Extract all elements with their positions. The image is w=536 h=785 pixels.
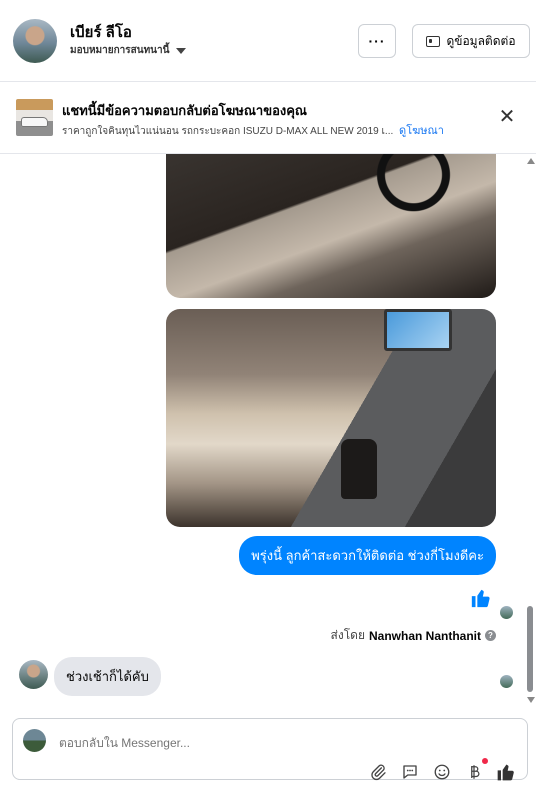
- ad-banner-title: แชทนี้มีข้อความตอบกลับต่อโฆษณาของคุณ: [62, 103, 307, 118]
- ad-banner-subtitle: ราคาถูกใจคินทุนไวแน่นอน รถกระบะคอก ISUZU…: [62, 121, 444, 139]
- seen-avatar: [500, 606, 513, 619]
- outgoing-message[interactable]: พรุ่งนี้ ลูกค้าสะดวกให้ติดต่อ ช่วงกี่โมง…: [239, 536, 496, 575]
- seen-avatar: [500, 675, 513, 688]
- scrollbar-thumb[interactable]: [527, 606, 533, 692]
- sent-by-line: ส่งโดย Nanwhan Nanthanit ?: [331, 626, 496, 645]
- smiley-icon[interactable]: [431, 762, 453, 782]
- ad-thumbnail[interactable]: [16, 99, 53, 136]
- info-icon[interactable]: ?: [485, 630, 496, 641]
- message-thread: พรุ่งนี้ ลูกค้าสะดวกให้ติดต่อ ช่วงกี่โมง…: [0, 154, 536, 714]
- scroll-up-icon[interactable]: [527, 158, 535, 164]
- more-options-button[interactable]: ···: [358, 24, 396, 58]
- sent-by-name: Nanwhan Nanthanit: [368, 628, 481, 643]
- reply-input[interactable]: [59, 736, 359, 750]
- view-contact-button[interactable]: ดูข้อมูลติดต่อ: [412, 24, 530, 58]
- composer-toolbar: [367, 758, 517, 782]
- thumbs-up-icon: [471, 589, 490, 608]
- caret-down-icon: [176, 47, 187, 54]
- reply-composer: [12, 718, 528, 782]
- ad-reply-banner: แชทนี้มีข้อความตอบกลับต่อโฆษณาของคุณ ราค…: [0, 82, 536, 154]
- close-banner-icon[interactable]: ✕: [496, 106, 518, 128]
- contact-avatar[interactable]: [13, 19, 57, 63]
- thread-scrollbar[interactable]: [524, 154, 536, 709]
- scroll-down-icon[interactable]: [527, 697, 535, 703]
- page-avatar: [23, 729, 46, 752]
- assign-conversation-dropdown[interactable]: มอบหมายการสนทนานี้: [70, 43, 187, 58]
- baht-icon[interactable]: [463, 758, 488, 782]
- contact-card-icon: [426, 35, 441, 47]
- paperclip-icon[interactable]: [367, 762, 389, 782]
- sender-avatar: [19, 660, 48, 689]
- car-interior-photo-2[interactable]: [166, 309, 496, 527]
- notification-dot: [482, 758, 488, 764]
- view-ad-link[interactable]: ดูโฆษณา: [399, 125, 444, 137]
- incoming-message[interactable]: ช่วงเช้าก็ได้คับ: [54, 657, 161, 696]
- conversation-header: เบียร์ ลีโอ มอบหมายการสนทนานี้ ··· ดูข้อ…: [0, 0, 536, 82]
- assign-label: มอบหมายการสนทนานี้: [70, 45, 170, 56]
- chat-bubble-icon[interactable]: [399, 762, 421, 782]
- thumbs-up-icon[interactable]: [495, 762, 517, 782]
- view-contact-label: ดูข้อมูลติดต่อ: [446, 33, 516, 48]
- car-interior-photo-1[interactable]: [166, 154, 496, 298]
- contact-name[interactable]: เบียร์ ลีโอ: [70, 20, 132, 44]
- sent-by-prefix: ส่งโดย: [330, 628, 365, 642]
- ad-description: ราคาถูกใจคินทุนไวแน่นอน รถกระบะคอก ISUZU…: [62, 126, 394, 137]
